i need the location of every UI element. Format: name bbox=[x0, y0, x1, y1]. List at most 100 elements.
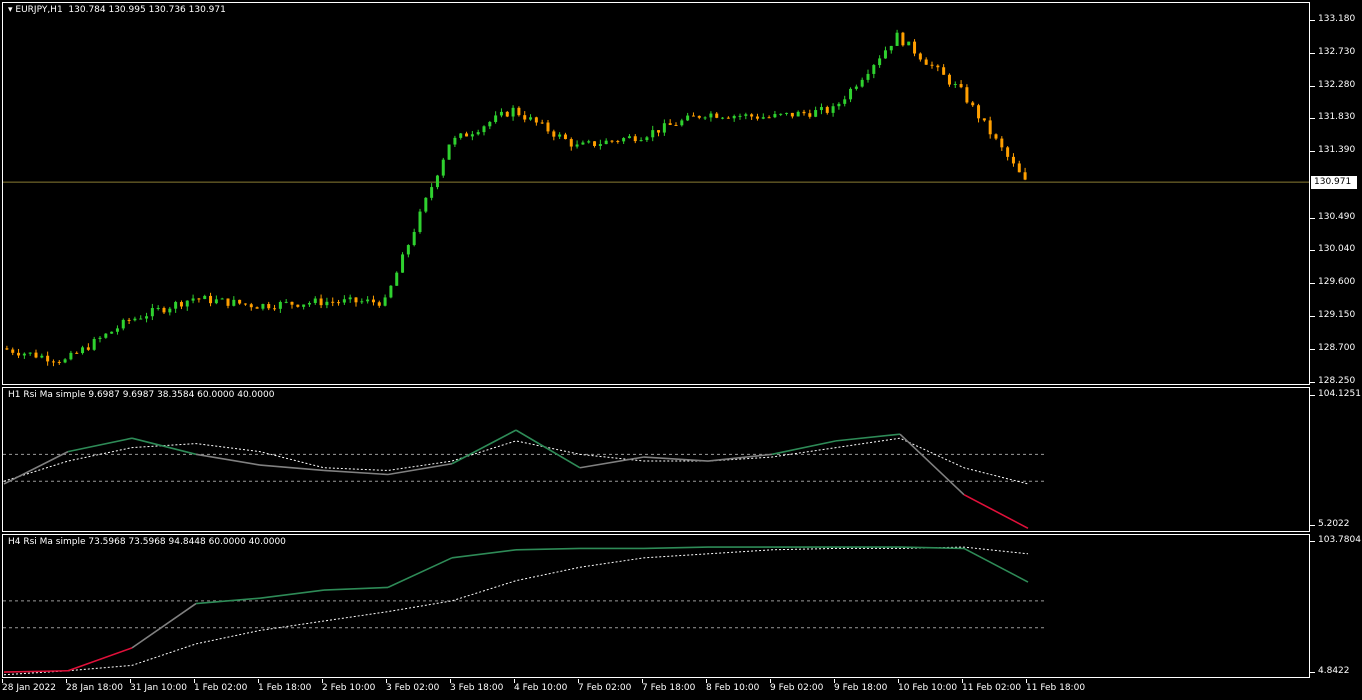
candle-body bbox=[849, 88, 853, 100]
candle-body bbox=[214, 299, 218, 304]
candle-body bbox=[447, 144, 451, 160]
candle-body bbox=[633, 136, 637, 142]
candle-body bbox=[406, 245, 410, 255]
price-tick: 129.150 bbox=[1309, 310, 1356, 320]
candle-body bbox=[645, 137, 649, 141]
time-label: 9 Feb 18:00 bbox=[834, 679, 888, 693]
rsi-segment bbox=[707, 453, 773, 462]
candle-body bbox=[92, 338, 96, 350]
candle-body bbox=[75, 352, 79, 354]
candle-body bbox=[156, 307, 160, 309]
price-axis[interactable]: 133.180 132.730 132.280 131.830 131.390 … bbox=[1309, 0, 1362, 700]
candle-body bbox=[226, 298, 230, 306]
candle-body bbox=[307, 302, 311, 305]
current-price-tag: 130.971 bbox=[1311, 176, 1357, 189]
rsi-segment bbox=[3, 669, 69, 673]
time-label: 8 Feb 10:00 bbox=[706, 679, 760, 693]
candle-body bbox=[878, 58, 882, 66]
candle-body bbox=[313, 298, 317, 303]
candle-body bbox=[145, 316, 149, 319]
candle-body bbox=[5, 348, 9, 350]
candle-body bbox=[668, 123, 672, 125]
candle-body bbox=[831, 106, 835, 113]
candle-body bbox=[494, 115, 498, 122]
candle-body bbox=[924, 59, 928, 65]
candle-body bbox=[860, 79, 864, 87]
price-tick: 131.830 bbox=[1309, 112, 1356, 122]
rsi-segment bbox=[3, 450, 69, 485]
price-tick: 131.390 bbox=[1309, 145, 1356, 155]
rsi-segment bbox=[899, 546, 965, 550]
time-axis[interactable]: 28 Jan 2022 28 Jan 18:00 31 Jan 10:00 1 … bbox=[0, 679, 1362, 700]
candle-body bbox=[604, 140, 608, 145]
candle-body bbox=[121, 319, 125, 329]
candle-body bbox=[977, 105, 981, 119]
price-tick: 132.730 bbox=[1309, 47, 1356, 57]
candle-body bbox=[785, 112, 789, 114]
candle-body bbox=[616, 141, 620, 143]
rsi-segment bbox=[515, 547, 581, 551]
time-label: 1 Feb 02:00 bbox=[194, 679, 248, 693]
candle-body bbox=[360, 301, 364, 303]
candle-body bbox=[290, 301, 294, 305]
candle-body bbox=[767, 117, 771, 119]
candle-body bbox=[1006, 147, 1010, 157]
time-label: 7 Feb 18:00 bbox=[642, 679, 696, 693]
candle-body bbox=[412, 231, 416, 246]
time-label: 11 Feb 18:00 bbox=[1026, 679, 1086, 693]
candle-body bbox=[424, 197, 428, 212]
candle-body bbox=[273, 308, 277, 310]
price-tick: 132.280 bbox=[1309, 80, 1356, 90]
candle-body bbox=[104, 333, 108, 338]
candle-body bbox=[243, 303, 247, 305]
candle-body bbox=[790, 112, 794, 117]
rsi-segment bbox=[323, 586, 389, 591]
candle-body bbox=[523, 115, 527, 120]
candle-body bbox=[377, 302, 381, 306]
candle-body bbox=[517, 107, 521, 116]
candle-body bbox=[651, 130, 655, 138]
candle-body bbox=[17, 352, 21, 356]
candle-body bbox=[994, 134, 998, 139]
candle-body bbox=[69, 352, 73, 360]
candle-body bbox=[930, 64, 934, 66]
candle-body bbox=[267, 304, 271, 309]
rsi-segment bbox=[643, 546, 709, 550]
candle-body bbox=[34, 352, 38, 358]
candle-body bbox=[1017, 163, 1021, 173]
candle-body bbox=[726, 117, 730, 119]
candle-body bbox=[430, 187, 434, 198]
candle-body bbox=[552, 131, 556, 137]
candle-body bbox=[319, 298, 323, 306]
candle-body bbox=[435, 175, 439, 188]
candle-body bbox=[558, 134, 562, 137]
candle-body bbox=[284, 301, 288, 303]
candle-body bbox=[261, 304, 265, 309]
candle-body bbox=[441, 159, 445, 176]
candle-body bbox=[779, 113, 783, 115]
candle-body bbox=[168, 308, 172, 313]
time-label: 31 Jan 10:00 bbox=[130, 679, 187, 693]
candle-body bbox=[895, 32, 899, 46]
time-label: 3 Feb 02:00 bbox=[386, 679, 440, 693]
candle-body bbox=[86, 347, 90, 350]
rsi-segment bbox=[579, 456, 645, 469]
candle-body bbox=[51, 361, 55, 363]
candle-body bbox=[721, 117, 725, 119]
candle-body bbox=[11, 349, 15, 353]
candle-body bbox=[680, 120, 684, 126]
candle-body bbox=[691, 115, 695, 117]
candle-body bbox=[755, 116, 759, 119]
candle-body bbox=[203, 295, 207, 300]
rsi-segment bbox=[963, 493, 1029, 529]
candle-body bbox=[366, 299, 370, 302]
candle-body bbox=[371, 299, 375, 303]
time-label: 10 Feb 10:00 bbox=[898, 679, 958, 693]
candle-body bbox=[959, 84, 963, 88]
candle-body bbox=[395, 272, 399, 286]
candle-body bbox=[465, 133, 469, 137]
price-tick: 130.490 bbox=[1309, 212, 1356, 222]
candle-body bbox=[686, 115, 690, 121]
candle-body bbox=[529, 117, 533, 120]
candle-body bbox=[639, 140, 643, 142]
